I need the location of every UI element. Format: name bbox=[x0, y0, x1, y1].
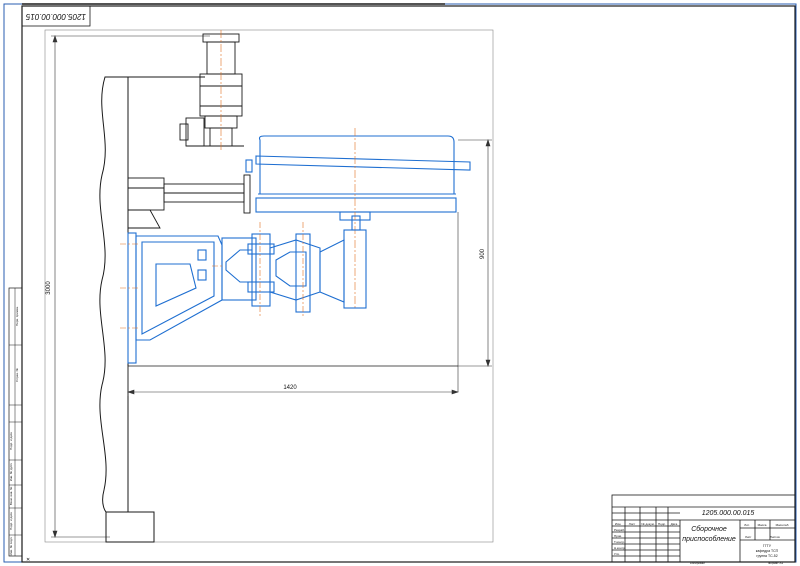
dimension-width-1420 bbox=[127, 366, 459, 396]
bracket-assembly bbox=[127, 215, 367, 364]
tb-col-date: Дата bbox=[671, 522, 678, 526]
tb-sheet: Лист bbox=[745, 535, 752, 539]
title-block-name-2: приспособление bbox=[682, 535, 736, 543]
inner-frame bbox=[21, 5, 796, 563]
rotated-code-text: 1205.000.00.015 bbox=[25, 12, 86, 21]
corner-mark: ✕ bbox=[26, 557, 30, 563]
view-frame bbox=[44, 29, 494, 543]
dim-900-label: 900 bbox=[480, 248, 486, 259]
title-block-name-1: Сборочное bbox=[691, 525, 727, 533]
tb-mass: Масса bbox=[758, 523, 767, 527]
horizontal-cylinder bbox=[127, 174, 251, 229]
tb-row-nkontr: Н.контр. bbox=[614, 546, 626, 550]
tb-scale: Масштаб bbox=[776, 523, 789, 527]
stamp-label-1: Перв. примен. bbox=[15, 306, 19, 326]
tb-row-tkontr: Т.контр. bbox=[614, 540, 625, 544]
dim-3000-label: 3000 bbox=[46, 281, 52, 295]
tb-col-list: Лист bbox=[629, 522, 636, 526]
top-clamp-cylinder bbox=[179, 33, 244, 147]
copied-label: Копировал bbox=[690, 561, 705, 565]
side-stamp: Перв. примен. Справ. № Подп. и дата Инв.… bbox=[8, 287, 23, 557]
dim-1420-label: 1420 bbox=[283, 385, 297, 391]
tb-sheets: Листов bbox=[770, 535, 780, 539]
stamp-label-2: Справ. № bbox=[15, 367, 19, 381]
dimension-height-3000 bbox=[51, 35, 210, 538]
tb-org-2: кафедра ТСП bbox=[756, 549, 779, 553]
title-block-code: 1205.000.00.015 bbox=[702, 510, 755, 517]
tb-col-izm: Изм. bbox=[615, 522, 622, 526]
tb-org-1: ГГТУ bbox=[763, 544, 772, 548]
tb-row-razrab: Разраб. bbox=[614, 528, 625, 532]
format-label: Формат A1 bbox=[768, 561, 783, 565]
tb-org-3: группа ТС-52 bbox=[756, 554, 777, 558]
stamp-label-6: Подп. и дата bbox=[9, 512, 13, 530]
tb-stage: Лит. bbox=[744, 523, 750, 527]
stamp-label-4: Инв. № дубл. bbox=[9, 463, 13, 482]
tb-row-utv: Утв. bbox=[614, 552, 620, 556]
workpiece bbox=[245, 135, 471, 221]
tb-col-doc: № докум. bbox=[641, 522, 654, 526]
dimension-height-900 bbox=[457, 139, 492, 392]
stamp-label-7: Инв. № подл. bbox=[9, 536, 13, 555]
stamp-label-3: Подп. и дата bbox=[9, 432, 13, 450]
tb-col-sign: Подп. bbox=[658, 522, 666, 526]
tb-row-prov: Пров. bbox=[614, 534, 622, 538]
stamp-label-5: Взам. инв. № bbox=[9, 486, 13, 505]
drawing-sheet: 1205.000.00.015 Перв. примен. Справ. № П… bbox=[3, 3, 797, 565]
rotated-code-box: 1205.000.00.015 bbox=[21, 5, 91, 27]
outer-border bbox=[3, 3, 797, 563]
